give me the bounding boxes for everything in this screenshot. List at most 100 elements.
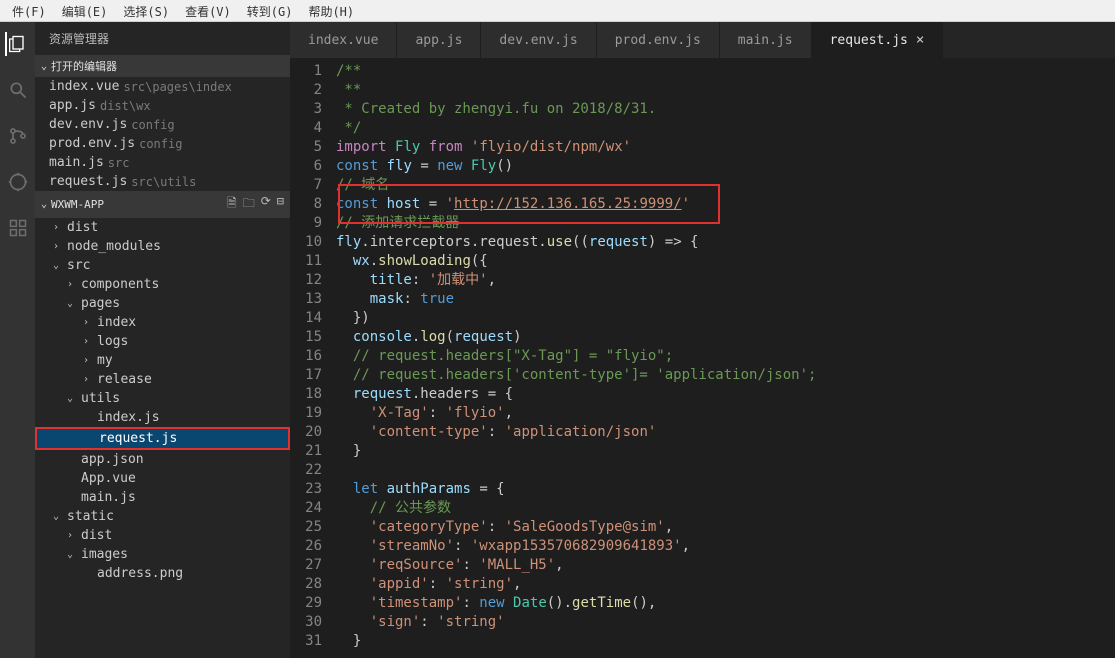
- tree-folder[interactable]: ›dist: [35, 526, 290, 545]
- tree-folder[interactable]: ›my: [35, 351, 290, 370]
- file-path: src: [108, 156, 130, 170]
- refresh-icon[interactable]: ⟳: [261, 194, 271, 215]
- tree-label: address.png: [97, 566, 183, 581]
- new-folder-icon[interactable]: 🗀: [243, 194, 255, 215]
- tab-label: app.js: [415, 33, 462, 48]
- collapse-icon[interactable]: ⊟: [277, 194, 284, 215]
- project-header[interactable]: ⌄ WXWM-APP 🗎 🗀 ⟳ ⊟: [35, 191, 290, 218]
- open-editor-item[interactable]: app.js dist\wx: [35, 96, 290, 115]
- tree-label: release: [97, 372, 152, 387]
- chevron-right-icon: ›: [49, 222, 63, 233]
- line-number-gutter: 1234567891011121314151617181920212223242…: [290, 58, 336, 658]
- tree-label: pages: [81, 296, 120, 311]
- tree-label: utils: [81, 391, 120, 406]
- editor-tab[interactable]: prod.env.js: [597, 22, 720, 58]
- tree-folder[interactable]: ›index: [35, 313, 290, 332]
- open-editor-item[interactable]: dev.env.js config: [35, 115, 290, 134]
- tree-label: index.js: [97, 410, 160, 425]
- tree-label: main.js: [81, 490, 136, 505]
- code-content: /** ** * Created by zhengyi.fu on 2018/8…: [336, 58, 816, 658]
- tree-folder[interactable]: ⌄images: [35, 545, 290, 564]
- editor-area: index.vue app.js dev.env.js prod.env.js main…: [290, 22, 1115, 658]
- open-editors-label: 打开的编辑器: [51, 58, 117, 74]
- extensions-icon[interactable]: [6, 216, 30, 240]
- menu-view[interactable]: 查看(V): [177, 0, 239, 21]
- chevron-right-icon: ›: [49, 241, 63, 252]
- tree-file[interactable]: index.js: [35, 408, 290, 427]
- code-editor[interactable]: 1234567891011121314151617181920212223242…: [290, 58, 1115, 658]
- project-label: WXWM-APP: [51, 198, 104, 211]
- menu-edit[interactable]: 编辑(E): [54, 0, 116, 21]
- tree-label: logs: [97, 334, 128, 349]
- chevron-down-icon: ⌄: [49, 511, 63, 522]
- tree-folder[interactable]: ⌄ utils: [35, 389, 290, 408]
- tree-file[interactable]: App.vue: [35, 469, 290, 488]
- tree-folder[interactable]: ›components: [35, 275, 290, 294]
- chevron-right-icon: ›: [79, 374, 93, 385]
- chevron-right-icon: ›: [63, 279, 77, 290]
- tree-folder[interactable]: › dist: [35, 218, 290, 237]
- tree-label: request.js: [99, 431, 177, 446]
- sidebar-title: 资源管理器: [35, 22, 290, 55]
- chevron-down-icon: ⌄: [41, 199, 47, 210]
- tree-file[interactable]: address.png: [35, 564, 290, 583]
- menu-file[interactable]: 件(F): [4, 0, 54, 21]
- file-path: config: [131, 118, 174, 132]
- debug-icon[interactable]: [6, 170, 30, 194]
- explorer-icon[interactable]: [5, 32, 29, 56]
- open-editor-item[interactable]: main.js src: [35, 153, 290, 172]
- tree-label: dist: [67, 220, 98, 235]
- open-editors-list: index.vue src\pages\indexapp.js dist\wxd…: [35, 77, 290, 191]
- menu-help[interactable]: 帮助(H): [300, 0, 362, 21]
- tree-folder[interactable]: › release: [35, 370, 290, 389]
- tree-file[interactable]: app.json: [35, 450, 290, 469]
- editor-tab[interactable]: request.js×: [812, 22, 944, 58]
- editor-tab[interactable]: main.js: [720, 22, 812, 58]
- close-icon[interactable]: ×: [916, 32, 924, 48]
- new-file-icon[interactable]: 🗎: [227, 194, 237, 215]
- file-path: config: [139, 137, 182, 151]
- source-control-icon[interactable]: [6, 124, 30, 148]
- chevron-down-icon: ⌄: [63, 549, 77, 560]
- tree-label: src: [67, 258, 90, 273]
- tree-folder[interactable]: › logs: [35, 332, 290, 351]
- file-path: src\utils: [131, 175, 196, 189]
- file-path: dist\wx: [100, 99, 151, 113]
- tree-folder[interactable]: ⌄ pages: [35, 294, 290, 313]
- file-name: request.js: [49, 174, 127, 189]
- tab-label: prod.env.js: [615, 33, 701, 48]
- tree-label: my: [97, 353, 113, 368]
- open-editors-header[interactable]: ⌄ 打开的编辑器: [35, 55, 290, 77]
- editor-tab[interactable]: dev.env.js: [481, 22, 596, 58]
- chevron-right-icon: ›: [63, 530, 77, 541]
- search-icon[interactable]: [6, 78, 30, 102]
- open-editor-item[interactable]: request.js src\utils: [35, 172, 290, 191]
- open-editor-item[interactable]: index.vue src\pages\index: [35, 77, 290, 96]
- activity-bar: [0, 22, 35, 658]
- tree-folder[interactable]: ⌄ src: [35, 256, 290, 275]
- tab-label: index.vue: [308, 33, 378, 48]
- tree-label: app.json: [81, 452, 144, 467]
- chevron-right-icon: ›: [79, 336, 93, 347]
- editor-tab[interactable]: app.js: [397, 22, 481, 58]
- tree-label: static: [67, 509, 114, 524]
- chevron-right-icon: ›: [79, 317, 93, 328]
- menu-goto[interactable]: 转到(G): [239, 0, 301, 21]
- chevron-down-icon: ⌄: [49, 260, 63, 271]
- file-name: app.js: [49, 98, 96, 113]
- editor-tabs: index.vue app.js dev.env.js prod.env.js main…: [290, 22, 1115, 58]
- file-name: dev.env.js: [49, 117, 127, 132]
- tree-folder[interactable]: ⌄ static: [35, 507, 290, 526]
- tab-label: main.js: [738, 33, 793, 48]
- menu-select[interactable]: 选择(S): [115, 0, 177, 21]
- tree-file[interactable]: main.js: [35, 488, 290, 507]
- tree-file[interactable]: request.js: [35, 427, 290, 450]
- chevron-down-icon: ⌄: [63, 298, 77, 309]
- sidebar: 资源管理器 ⌄ 打开的编辑器 index.vue src\pages\index…: [35, 22, 290, 658]
- chevron-down-icon: ⌄: [63, 393, 77, 404]
- menubar: 件(F) 编辑(E) 选择(S) 查看(V) 转到(G) 帮助(H): [0, 0, 1115, 22]
- tree-folder[interactable]: ›node_modules: [35, 237, 290, 256]
- open-editor-item[interactable]: prod.env.js config: [35, 134, 290, 153]
- chevron-down-icon: ⌄: [41, 61, 47, 72]
- editor-tab[interactable]: index.vue: [290, 22, 397, 58]
